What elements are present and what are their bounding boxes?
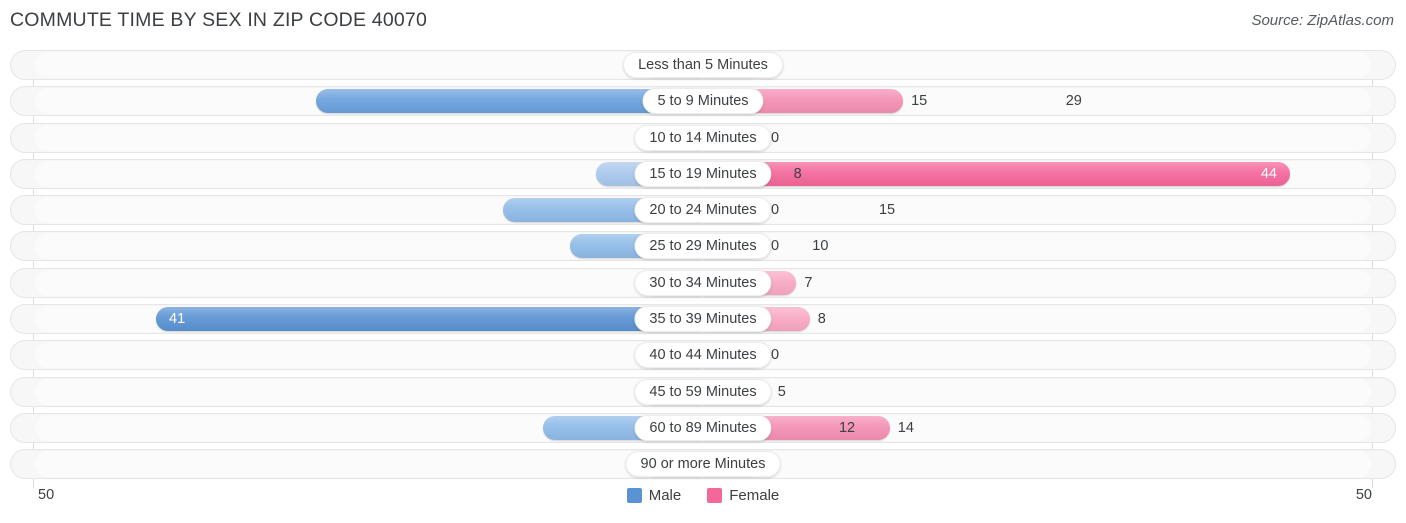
bar-value-female: 0 xyxy=(771,347,780,364)
category-label: 20 to 24 Minutes xyxy=(634,197,772,224)
bar-value-male: 15 xyxy=(878,202,896,219)
bar-row: 10 0 25 to 29 Minutes xyxy=(0,231,1406,262)
bar-value-female: 0 xyxy=(771,238,780,255)
chart-legend: Male Female xyxy=(0,487,1406,504)
legend-swatch-icon xyxy=(626,488,642,503)
category-label: 60 to 89 Minutes xyxy=(634,414,772,441)
bar-row: 0090 or more Minutes xyxy=(0,449,1406,480)
bar-value-female: 0 xyxy=(771,129,780,146)
legend-label: Male xyxy=(648,487,682,504)
bar-row: 00Less than 5 Minutes xyxy=(0,50,1406,80)
bar-row: 8 44 15 to 19 Minutes xyxy=(0,158,1406,189)
bar-male xyxy=(156,307,703,332)
bar-row: 29 15 5 to 9 Minutes xyxy=(0,86,1406,117)
chart-header: COMMUTE TIME BY SEX IN ZIP CODE 40070 So… xyxy=(0,0,1406,44)
category-label: 35 to 39 Minutes xyxy=(634,306,772,333)
category-label: 15 to 19 Minutes xyxy=(634,160,772,187)
bar-rows-container: 00Less than 5 Minutes29155 to 9 Minutes0… xyxy=(0,50,1406,486)
bar-value-male: 41 xyxy=(169,311,186,328)
bar-value-female: 15 xyxy=(911,93,928,110)
bar-value-female: 44 xyxy=(1260,165,1277,182)
bar-row: 41 8 35 to 39 Minutes xyxy=(0,304,1406,335)
page-title: COMMUTE TIME BY SEX IN ZIP CODE 40070 xyxy=(10,9,428,31)
bar-row: 0010 to 14 Minutes xyxy=(0,122,1406,153)
bar-row: 15 0 20 to 24 Minutes xyxy=(0,195,1406,226)
bar-row: 12 14 60 to 89 Minutes xyxy=(0,412,1406,443)
bar-value-male: 29 xyxy=(1065,93,1082,110)
category-label: 25 to 29 Minutes xyxy=(634,233,772,260)
chart-plot-area: 00Less than 5 Minutes29155 to 9 Minutes0… xyxy=(0,44,1406,488)
bar-value-female: 14 xyxy=(897,419,914,436)
bar-value-female: 5 xyxy=(777,383,786,400)
chart-footer: 50 50 Male Female xyxy=(0,481,1406,523)
category-label: 10 to 14 Minutes xyxy=(634,124,772,151)
bar-value-female: 8 xyxy=(817,311,826,328)
category-label: Less than 5 Minutes xyxy=(623,52,783,78)
source-attribution: Source: ZipAtlas.com xyxy=(1251,12,1394,29)
legend-item-male[interactable]: Male xyxy=(626,487,682,504)
bar-value-male: 12 xyxy=(838,419,856,436)
bar-female xyxy=(703,161,1290,186)
category-label: 90 or more Minutes xyxy=(625,451,781,478)
bar-value-female: 7 xyxy=(804,274,813,291)
bar-row: 0040 to 44 Minutes xyxy=(0,340,1406,371)
bar-value-male: 10 xyxy=(812,238,829,255)
bar-value-female: 0 xyxy=(771,202,780,219)
bar-row: 0545 to 59 Minutes xyxy=(0,376,1406,407)
bar-row: 4730 to 34 Minutes xyxy=(0,267,1406,298)
category-label: 45 to 59 Minutes xyxy=(634,378,772,405)
category-label: 40 to 44 Minutes xyxy=(634,342,772,369)
legend-swatch-icon xyxy=(707,488,723,503)
category-label: 5 to 9 Minutes xyxy=(642,88,764,115)
legend-item-female[interactable]: Female xyxy=(707,487,779,504)
legend-label: Female xyxy=(729,487,780,504)
category-label: 30 to 34 Minutes xyxy=(634,269,772,296)
bar-value-male: 8 xyxy=(793,165,802,182)
